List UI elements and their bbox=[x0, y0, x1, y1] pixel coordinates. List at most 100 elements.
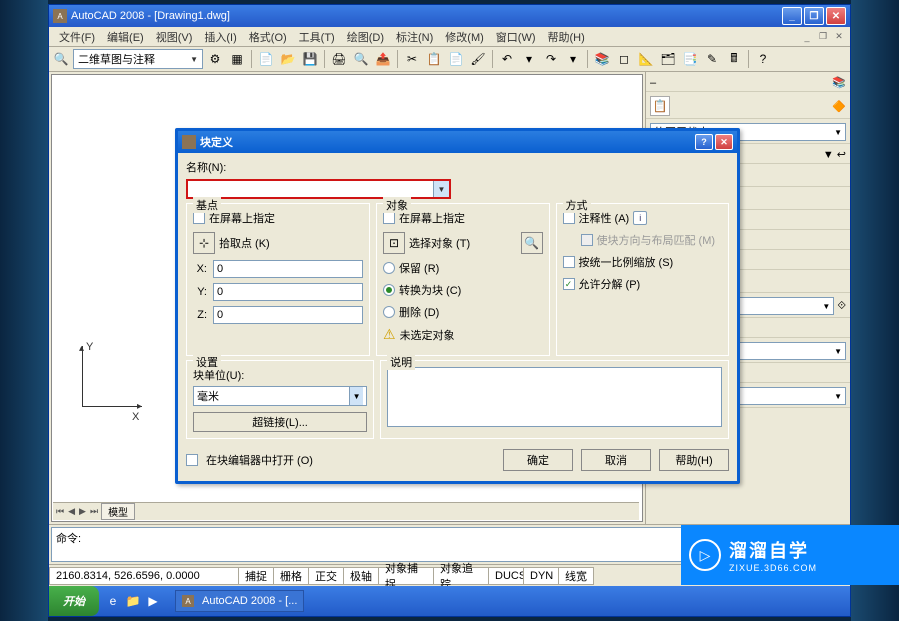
cut-icon[interactable]: ✂ bbox=[402, 49, 422, 69]
paste-icon[interactable]: 📄 bbox=[446, 49, 466, 69]
match-icon[interactable]: 🖌 bbox=[468, 49, 488, 69]
menu-format[interactable]: 格式(O) bbox=[243, 27, 293, 47]
layer-manager-icon[interactable]: 📋 bbox=[650, 96, 670, 116]
settings-legend: 设置 bbox=[193, 354, 221, 370]
open-icon[interactable]: 📂 bbox=[278, 49, 298, 69]
base-onscreen-checkbox[interactable] bbox=[193, 212, 205, 224]
menu-dimension[interactable]: 标注(N) bbox=[390, 27, 439, 47]
allow-explode-checkbox[interactable]: ✓ bbox=[563, 278, 575, 290]
mode-ducs[interactable]: DUCS bbox=[488, 567, 524, 585]
tab-prev-icon[interactable]: ◀ bbox=[67, 506, 76, 517]
open-block-editor-checkbox[interactable] bbox=[186, 454, 198, 466]
menu-insert[interactable]: 插入(I) bbox=[198, 27, 242, 47]
x-input[interactable] bbox=[213, 260, 363, 278]
redo-icon[interactable]: ↷ bbox=[541, 49, 561, 69]
objects-onscreen-checkbox[interactable] bbox=[383, 212, 395, 224]
mode-polar[interactable]: 极轴 bbox=[343, 567, 379, 585]
workspace-combo[interactable]: 二维草图与注释 ▼ bbox=[73, 49, 203, 69]
z-input[interactable] bbox=[213, 306, 363, 324]
copy-icon[interactable]: 📋 bbox=[424, 49, 444, 69]
save-icon[interactable]: 💾 bbox=[300, 49, 320, 69]
select-objects-button[interactable]: ⊡ bbox=[383, 232, 405, 254]
pick-point-button[interactable]: ⊹ bbox=[193, 232, 215, 254]
menu-view[interactable]: 视图(V) bbox=[150, 27, 199, 47]
x-label: X: bbox=[193, 263, 207, 275]
menu-window[interactable]: 窗口(W) bbox=[490, 27, 542, 47]
sheet-icon[interactable]: 📑 bbox=[680, 49, 700, 69]
convert-radio[interactable] bbox=[383, 284, 395, 296]
tab-next-icon[interactable]: ▶ bbox=[78, 506, 87, 517]
dialog-help-button[interactable]: ? bbox=[695, 134, 713, 150]
cancel-button[interactable]: 取消 bbox=[581, 449, 651, 471]
y-input[interactable] bbox=[213, 283, 363, 301]
info-icon[interactable]: i bbox=[633, 211, 647, 225]
previous-layer-icon[interactable]: ↩ bbox=[837, 148, 846, 161]
menu-tools[interactable]: 工具(T) bbox=[293, 27, 341, 47]
menu-help[interactable]: 帮助(H) bbox=[542, 27, 591, 47]
dialog-close-button[interactable]: ✕ bbox=[715, 134, 733, 150]
help-button[interactable]: 帮助(H) bbox=[659, 449, 729, 471]
help-icon[interactable]: ? bbox=[753, 49, 773, 69]
tab-first-icon[interactable]: ⏮ bbox=[55, 506, 65, 517]
mdi-minimize-icon[interactable]: _ bbox=[800, 30, 814, 44]
publish-icon[interactable]: 📤 bbox=[373, 49, 393, 69]
mode-otrack[interactable]: 对象追踪 bbox=[433, 567, 489, 585]
calc-icon[interactable]: 🖩 bbox=[724, 49, 744, 69]
model-tab[interactable]: 模型 bbox=[101, 503, 135, 520]
restore-button[interactable]: ❐ bbox=[804, 7, 824, 25]
mode-lwt[interactable]: 线宽 bbox=[558, 567, 594, 585]
dropdown-arrow-icon: ▼ bbox=[834, 128, 842, 137]
menu-draw[interactable]: 绘图(D) bbox=[341, 27, 390, 47]
mdi-restore-icon[interactable]: ❐ bbox=[816, 30, 830, 44]
gear-icon[interactable]: ⚙ bbox=[205, 49, 225, 69]
dialog-title-bar[interactable]: 块定义 ? ✕ bbox=[178, 131, 737, 153]
description-textarea[interactable] bbox=[387, 367, 722, 427]
block-unit-combo[interactable]: 毫米 ▼ bbox=[193, 386, 367, 406]
mode-dyn[interactable]: DYN bbox=[523, 567, 559, 585]
anno-scale-icon[interactable]: ⟐ bbox=[837, 300, 846, 313]
menu-file[interactable]: 文件(F) bbox=[53, 27, 101, 47]
start-button[interactable]: 开始 bbox=[49, 586, 99, 616]
menu-edit[interactable]: 编辑(E) bbox=[101, 27, 150, 47]
uniform-scale-checkbox[interactable] bbox=[563, 256, 575, 268]
dash-icon[interactable]: – bbox=[650, 77, 656, 89]
mode-ortho[interactable]: 正交 bbox=[308, 567, 344, 585]
tool-palettes-icon[interactable]: 🗂 bbox=[658, 49, 678, 69]
magnifier-icon[interactable]: 🔍 bbox=[51, 49, 71, 69]
dropdown-arrow-icon[interactable]: ▼ bbox=[433, 181, 449, 197]
close-button[interactable]: ✕ bbox=[826, 7, 846, 25]
taskbar-app-item[interactable]: A AutoCAD 2008 - [... bbox=[175, 590, 304, 612]
minimize-button[interactable]: _ bbox=[782, 7, 802, 25]
ie-icon[interactable]: e bbox=[105, 593, 121, 609]
delete-radio[interactable] bbox=[383, 306, 395, 318]
undo-drop-icon[interactable]: ▾ bbox=[519, 49, 539, 69]
insert-icon[interactable]: 📐 bbox=[636, 49, 656, 69]
tab-last-icon[interactable]: ⏭ bbox=[89, 506, 99, 517]
quick-select-button[interactable]: 🔍 bbox=[521, 232, 543, 254]
block-icon[interactable]: ◻ bbox=[614, 49, 634, 69]
mdi-close-icon[interactable]: ✕ bbox=[832, 30, 846, 44]
undo-icon[interactable]: ↶ bbox=[497, 49, 517, 69]
mode-osnap[interactable]: 对象捕捉 bbox=[378, 567, 434, 585]
palette-icon[interactable]: ▦ bbox=[227, 49, 247, 69]
print-icon[interactable]: 🖨 bbox=[329, 49, 349, 69]
block-name-combo[interactable]: ▼ bbox=[186, 179, 451, 199]
new-icon[interactable]: 📄 bbox=[256, 49, 276, 69]
media-icon[interactable]: ▶ bbox=[145, 593, 161, 609]
explorer-icon[interactable]: 📁 bbox=[125, 593, 141, 609]
mode-grid[interactable]: 栅格 bbox=[273, 567, 309, 585]
preview-icon[interactable]: 🔍 bbox=[351, 49, 371, 69]
layers-panel-icon[interactable]: 📚 bbox=[832, 76, 846, 89]
annotative-checkbox[interactable] bbox=[563, 212, 575, 224]
layer-filter-icon[interactable]: 🔶 bbox=[832, 100, 846, 113]
menu-modify[interactable]: 修改(M) bbox=[439, 27, 490, 47]
markup-icon[interactable]: ✎ bbox=[702, 49, 722, 69]
redo-drop-icon[interactable]: ▾ bbox=[563, 49, 583, 69]
hyperlink-button[interactable]: 超链接(L)... bbox=[193, 412, 367, 432]
model-tabs: ⏮ ◀ ▶ ⏭ 模型 bbox=[53, 502, 639, 520]
retain-radio[interactable] bbox=[383, 262, 395, 274]
ok-button[interactable]: 确定 bbox=[503, 449, 573, 471]
mode-snap[interactable]: 捕捉 bbox=[238, 567, 274, 585]
dropdown-arrow-icon[interactable]: ▼ bbox=[823, 149, 834, 161]
layers-icon[interactable]: 📚 bbox=[592, 49, 612, 69]
